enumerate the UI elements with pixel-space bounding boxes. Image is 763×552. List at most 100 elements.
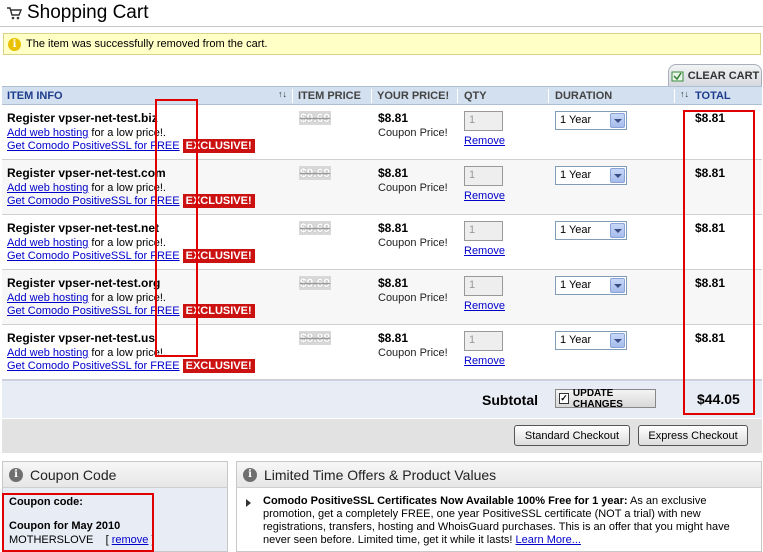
row-total: $8.81 (695, 276, 726, 290)
quantity-field[interactable]: 1 (464, 331, 503, 351)
coupon-panel-body: Coupon code: Coupon for May 2010 MOTHERS… (3, 488, 227, 551)
offers-panel-title: Limited Time Offers & Product Values (264, 466, 497, 483)
coupon-code-label: Coupon code: (9, 496, 83, 508)
exclusive-badge: EXCLUSIVE! (182, 249, 255, 263)
table-row: Register vpser-net-test.net Add web host… (2, 215, 762, 270)
subtotal-label: Subtotal (482, 392, 538, 408)
comodo-ssl-link[interactable]: Get Comodo PositiveSSL for FREE (7, 305, 180, 317)
table-header: ITEM INFO ↑↓ ITEM PRICE YOUR PRICE! QTY … (2, 86, 762, 105)
hosting-line: Add web hosting for a low price!. (7, 127, 166, 139)
comodo-ssl-link[interactable]: Get Comodo PositiveSSL for FREE (7, 360, 180, 372)
coupon-name: Coupon for May 2010 (9, 520, 121, 532)
col-item-price: ITEM PRICE (298, 90, 361, 102)
comodo-ssl-link[interactable]: Get Comodo PositiveSSL for FREE (7, 195, 180, 207)
duration-value: 1 Year (560, 224, 592, 236)
duration-select[interactable]: 1 Year (555, 111, 627, 130)
add-web-hosting-link[interactable]: Add web hosting (7, 182, 88, 194)
table-row: Register vpser-net-test.com Add web host… (2, 160, 762, 215)
duration-select[interactable]: 1 Year (555, 221, 627, 240)
col-qty: QTY (464, 90, 487, 102)
add-web-hosting-link[interactable]: Add web hosting (7, 292, 88, 304)
offer-headline: Comodo PositiveSSL Certificates Now Avai… (263, 495, 628, 507)
duration-value: 1 Year (560, 169, 592, 181)
coupon-price-label: Coupon Price! (378, 182, 448, 194)
exclusive-badge: EXCLUSIVE! (182, 139, 255, 153)
coupon-code: MOTHERSLOVE (9, 534, 94, 546)
col-total[interactable]: TOTAL (695, 90, 731, 102)
duration-select[interactable]: 1 Year (555, 166, 627, 185)
duration-select[interactable]: 1 Year (555, 276, 627, 295)
low-price-text: for a low price!. (88, 237, 166, 249)
cart-table: ITEM INFO ↑↓ ITEM PRICE YOUR PRICE! QTY … (2, 86, 762, 418)
col-item-info[interactable]: ITEM INFO (7, 90, 63, 102)
duration-select[interactable]: 1 Year (555, 331, 627, 350)
hosting-line: Add web hosting for a low price!. (7, 347, 166, 359)
standard-checkout-button[interactable]: Standard Checkout (514, 425, 630, 446)
exclusive-badge: EXCLUSIVE! (182, 194, 255, 208)
remove-link[interactable]: Remove (464, 300, 505, 312)
chevron-down-icon[interactable] (610, 278, 625, 293)
row-total: $8.81 (695, 111, 726, 125)
cart-rows: Register vpser-net-test.biz Add web host… (2, 105, 762, 380)
chevron-down-icon[interactable] (610, 333, 625, 348)
sort-icon[interactable]: ↑↓ (680, 89, 689, 99)
item-price: $9.69 (299, 111, 332, 125)
info-icon: i (9, 467, 23, 482)
duration-value: 1 Year (560, 114, 592, 126)
coupon-price-label: Coupon Price! (378, 237, 448, 249)
item-price: $8.88 (299, 331, 332, 345)
duration-value: 1 Year (560, 334, 592, 346)
domain-name: Register vpser-net-test.biz (7, 111, 158, 125)
quantity-field[interactable]: 1 (464, 221, 503, 241)
clear-cart-icon (671, 71, 684, 81)
checkout-bar: Standard Checkout Express Checkout (2, 419, 762, 453)
item-price: $9.69 (299, 166, 332, 180)
your-price: $8.81 (378, 111, 409, 125)
remove-link[interactable]: Remove (464, 355, 505, 367)
chevron-down-icon[interactable] (610, 223, 625, 238)
express-checkout-button[interactable]: Express Checkout (638, 425, 748, 446)
header-divider (457, 89, 458, 103)
coupon-panel-header: i Coupon Code (3, 462, 227, 488)
remove-link[interactable]: Remove (464, 190, 505, 202)
remove-link[interactable]: Remove (464, 245, 505, 257)
quantity-field[interactable]: 1 (464, 276, 503, 296)
checkbox-icon: ✓ (559, 393, 569, 404)
ssl-line: Get Comodo PositiveSSL for FREE EXCLUSIVE… (7, 194, 255, 208)
subtotal-value: $44.05 (697, 391, 740, 407)
coupon-remove-link[interactable]: remove (112, 534, 149, 546)
coupon-price-label: Coupon Price! (378, 347, 448, 359)
add-web-hosting-link[interactable]: Add web hosting (7, 127, 88, 139)
comodo-ssl-link[interactable]: Get Comodo PositiveSSL for FREE (7, 140, 180, 152)
chevron-down-icon[interactable] (610, 113, 625, 128)
row-total: $8.81 (695, 331, 726, 345)
row-total: $8.81 (695, 166, 726, 180)
add-web-hosting-link[interactable]: Add web hosting (7, 347, 88, 359)
quantity-field[interactable]: 1 (464, 166, 503, 186)
sort-icon[interactable]: ↑↓ (278, 89, 287, 99)
learn-more-link[interactable]: Learn More... (516, 534, 581, 546)
offers-panel: i Limited Time Offers & Product Values C… (236, 461, 762, 552)
bracket-close: ] (151, 534, 155, 546)
quantity-field[interactable]: 1 (464, 111, 503, 131)
chevron-down-icon[interactable] (610, 168, 625, 183)
comodo-ssl-link[interactable]: Get Comodo PositiveSSL for FREE (7, 250, 180, 262)
row-total: $8.81 (695, 221, 726, 235)
clear-cart-button[interactable]: CLEAR CART (668, 64, 762, 86)
low-price-text: for a low price!. (88, 292, 166, 304)
title-divider (0, 26, 763, 27)
domain-name: Register vpser-net-test.net (7, 221, 160, 235)
hosting-line: Add web hosting for a low price!. (7, 182, 166, 194)
low-price-text: for a low price!. (88, 127, 166, 139)
page-title: Shopping Cart (6, 1, 148, 25)
page-title-text: Shopping Cart (27, 2, 149, 23)
domain-name: Register vpser-net-test.com (7, 166, 166, 180)
coupon-panel-title: Coupon Code (30, 466, 117, 483)
add-web-hosting-link[interactable]: Add web hosting (7, 237, 88, 249)
low-price-text: for a low price!. (88, 182, 166, 194)
update-changes-label: UPDATE CHANGES (572, 387, 623, 410)
remove-link[interactable]: Remove (464, 135, 505, 147)
col-your-price: YOUR PRICE! (377, 90, 450, 102)
update-changes-button[interactable]: ✓ UPDATE CHANGES (555, 387, 656, 410)
bracket-open: [ (105, 534, 109, 546)
